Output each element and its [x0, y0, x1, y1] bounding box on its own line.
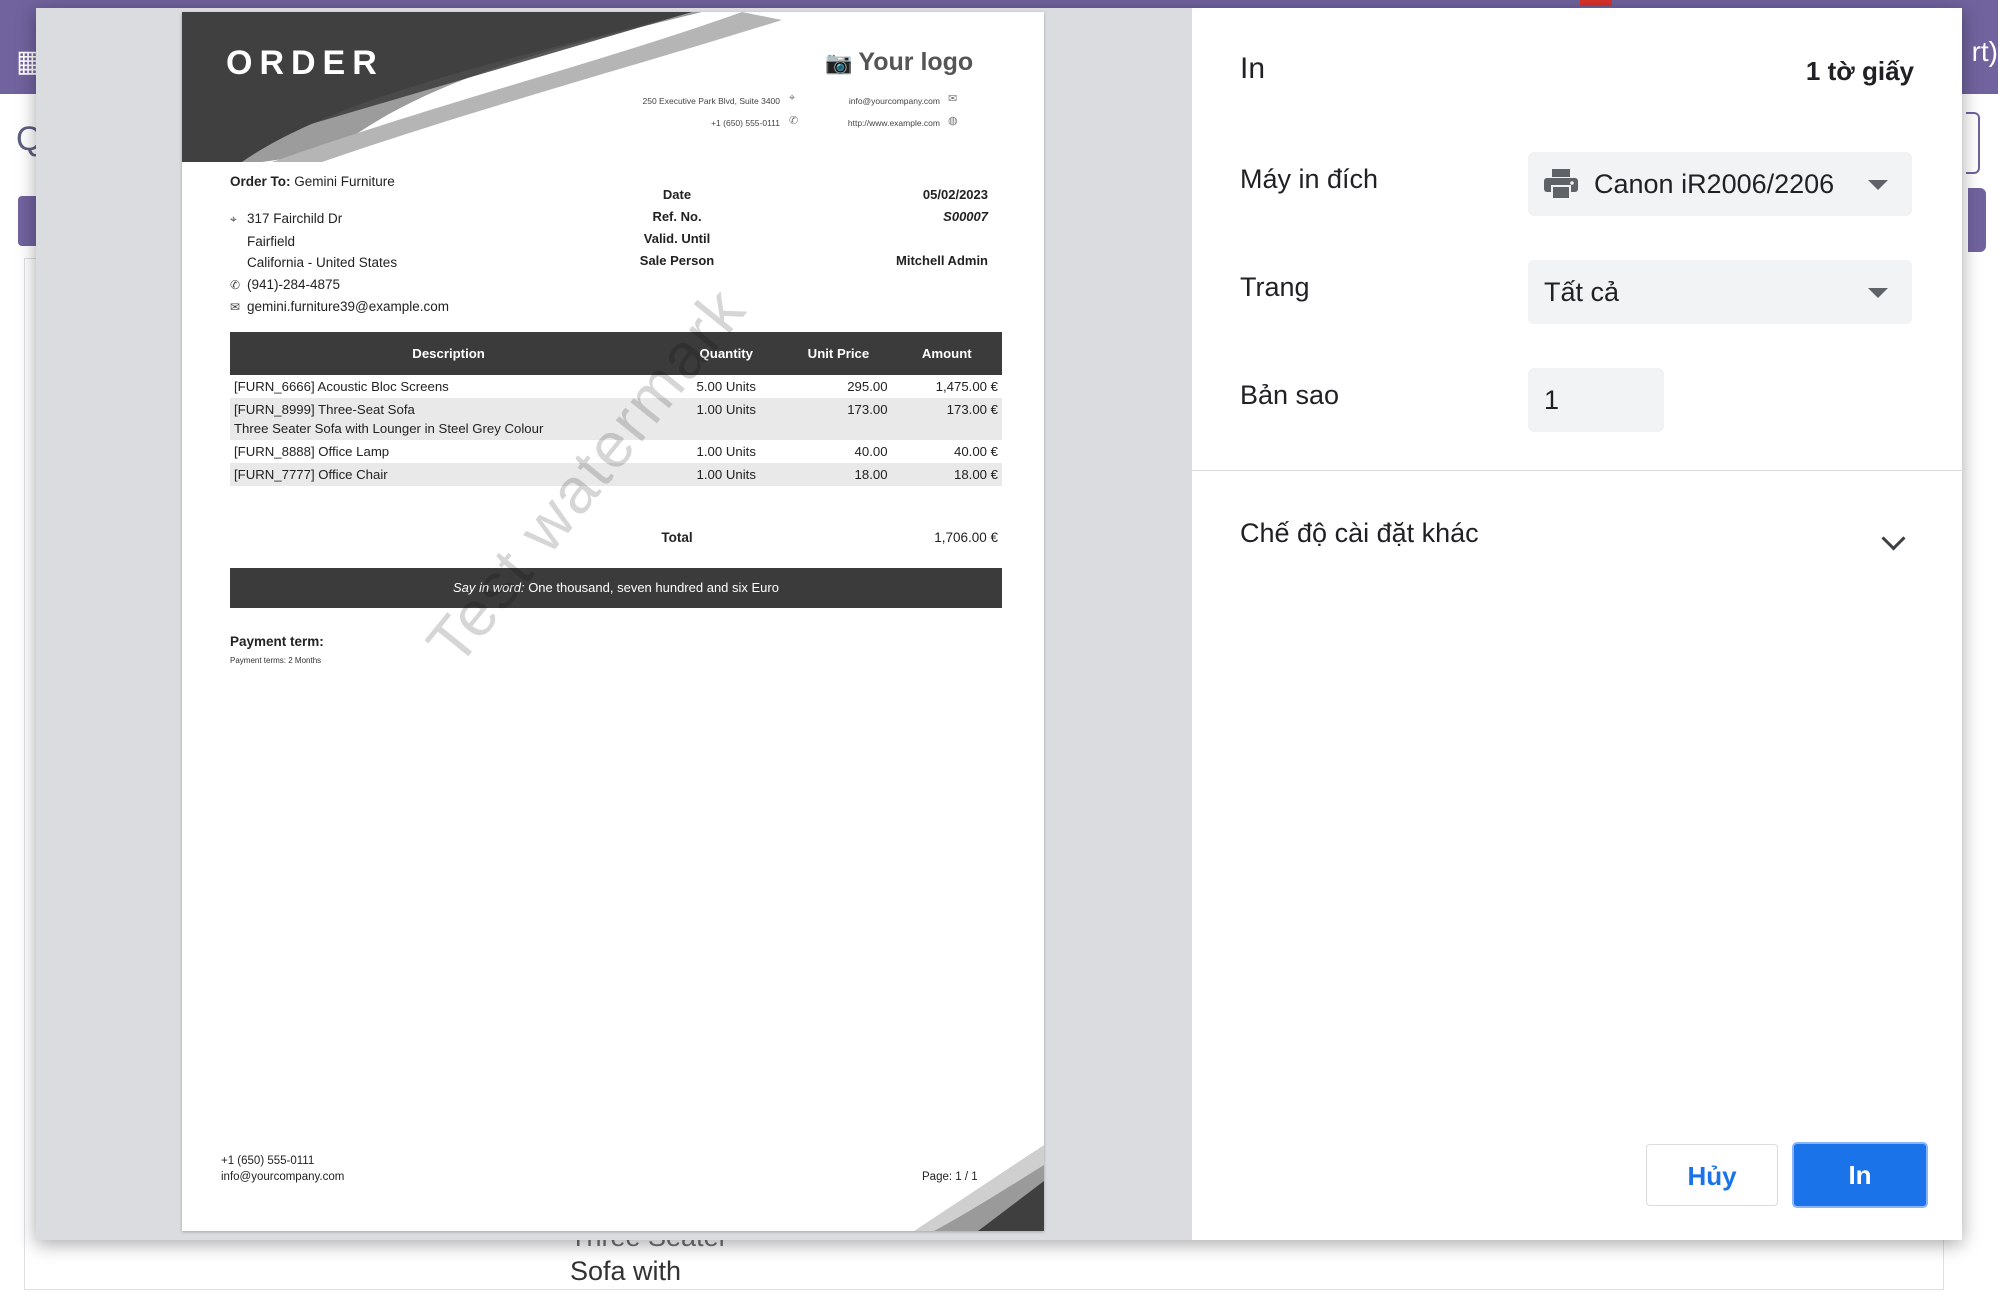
notification-badge — [1580, 0, 1612, 6]
company-email: info@yourcompany.com — [848, 96, 940, 106]
action-button-right-partial[interactable] — [1968, 188, 1986, 252]
address-line: 317 Fairchild Dr — [247, 211, 343, 226]
camera-icon: 📷 — [825, 50, 853, 75]
line-amount: 40.00 € — [954, 444, 998, 459]
pages-select[interactable]: Tất cả — [1528, 260, 1912, 324]
phone-icon: ✆ — [230, 277, 241, 292]
chevron-down-icon[interactable] — [1881, 526, 1906, 551]
action-button-partial[interactable] — [18, 196, 36, 246]
chevron-down-icon — [1868, 288, 1888, 298]
column-header-description: Description — [230, 332, 668, 375]
top-bar-text: rt) — [1971, 36, 1998, 67]
customer-address: ⌖ 317 Fairchild Dr Fairfield California -… — [230, 208, 449, 319]
document-title: ORDER — [226, 44, 384, 82]
copies-label: Bản sao — [1240, 380, 1340, 410]
line-description: [FURN_6666] Acoustic Bloc Screens — [234, 379, 449, 394]
table-header-row: Description Quantity Unit Price Amount — [230, 332, 1002, 375]
destination-label: Máy in đích — [1240, 164, 1379, 194]
salesperson-label: Sale Person — [639, 253, 715, 268]
footer-decoration — [914, 1145, 1044, 1231]
order-to: Order To: Gemini Furniture — [230, 174, 395, 189]
location-icon: ⌖ — [230, 212, 237, 226]
location-icon: ⌖ — [789, 92, 796, 104]
divider — [1192, 470, 1962, 471]
reference-label: Ref. No. — [652, 209, 702, 224]
line-amount: 1,475.00 € — [935, 379, 998, 394]
date-label: Date — [662, 187, 692, 202]
line-quantity: 1.00 Units — [696, 444, 756, 459]
amount-in-words: Say in word: One thousand, seven hundred… — [230, 568, 1002, 608]
order-meta-values: 05/02/2023 S00007 Mitchell Admin — [802, 184, 988, 272]
dialog-title: In — [1240, 52, 1266, 85]
customer-email: gemini.furniture39@example.com — [247, 299, 450, 314]
line-unit-price: 40.00 — [854, 444, 888, 459]
cancel-button[interactable]: Hủy — [1646, 1144, 1778, 1206]
order-to-label: Order To: — [230, 174, 291, 189]
total-value: 1,706.00 € — [934, 530, 998, 545]
printer-icon — [1544, 168, 1578, 199]
line-unit-price: 173.00 — [785, 398, 892, 440]
logo-text: Your logo — [858, 48, 974, 76]
line-unit-price: 18.00 — [785, 463, 892, 486]
destination-value: Canon iR2006/2206 — [1594, 169, 1835, 199]
pages-value: Tất cả — [1544, 277, 1620, 307]
destination-select[interactable]: Canon iR2006/2206 — [1528, 152, 1912, 216]
address-line: Fairfield — [247, 233, 296, 249]
search-box-partial[interactable] — [1966, 112, 1980, 174]
mail-icon: ✉ — [230, 300, 241, 314]
globe-icon: ◍ — [948, 115, 958, 127]
phone-icon: ✆ — [789, 115, 799, 127]
amount-in-words-value: One thousand, seven hundred and six Euro — [528, 580, 779, 595]
company-address: 250 Executive Park Blvd, Suite 3400 — [642, 96, 781, 106]
line-description: [FURN_8999] Three-Seat Sofa — [234, 402, 415, 417]
column-header-amount: Amount — [891, 332, 1002, 375]
column-header-unit-price: Unit Price — [785, 332, 892, 375]
customer-name: Gemini Furniture — [294, 174, 395, 189]
more-settings-toggle[interactable]: Chế độ cài đặt khác — [1240, 518, 1479, 549]
footer-phone: +1 (650) 555-0111 — [221, 1155, 315, 1167]
mail-icon: ✉ — [948, 93, 958, 105]
chevron-down-icon — [1868, 180, 1888, 190]
background-text: Sofa with — [570, 1256, 682, 1286]
total-label: Total — [661, 530, 693, 545]
line-unit-price: 295.00 — [847, 379, 888, 394]
order-meta-labels: Date Ref. No. Valid. Until Sale Person — [612, 184, 742, 272]
company-phone: +1 (650) 555-0111 — [711, 118, 780, 128]
validity-value — [802, 228, 988, 250]
header-decoration — [182, 12, 782, 162]
print-settings-panel: In 1 tờ giấy Máy in đích Canon iR2006/22… — [1192, 8, 1962, 1240]
copies-input[interactable]: 1 — [1528, 368, 1664, 432]
print-preview: ORDER 📷 Your logo 250 Executive Park Blvd… — [36, 8, 1192, 1240]
sheet-count: 1 tờ giấy — [1805, 56, 1914, 86]
footer-email: info@yourcompany.com — [221, 1171, 345, 1183]
address-line: California - United States — [247, 255, 398, 270]
line-amount: 18.00 € — [891, 463, 1002, 486]
date-value: 05/02/2023 — [922, 187, 988, 202]
print-button[interactable]: In — [1792, 1142, 1928, 1208]
company-logo: 📷 Your logo — [825, 48, 973, 77]
payment-term-label: Payment term: — [230, 634, 324, 649]
customer-phone: (941)-284-4875 — [247, 276, 341, 292]
validity-label: Valid. Until — [643, 231, 711, 246]
document-page: ORDER 📷 Your logo 250 Executive Park Blvd… — [182, 12, 1044, 1231]
line-amount: 173.00 € — [891, 398, 1002, 440]
reference-value: S00007 — [943, 209, 988, 224]
salesperson-value: Mitchell Admin — [896, 253, 988, 268]
line-quantity: 1.00 Units — [667, 463, 786, 486]
payment-term-value: Payment terms: 2 Months — [230, 656, 322, 665]
print-dialog: ORDER 📷 Your logo 250 Executive Park Blvd… — [36, 8, 1962, 1240]
company-website: http://www.example.com — [847, 118, 940, 128]
pages-label: Trang — [1240, 272, 1310, 302]
